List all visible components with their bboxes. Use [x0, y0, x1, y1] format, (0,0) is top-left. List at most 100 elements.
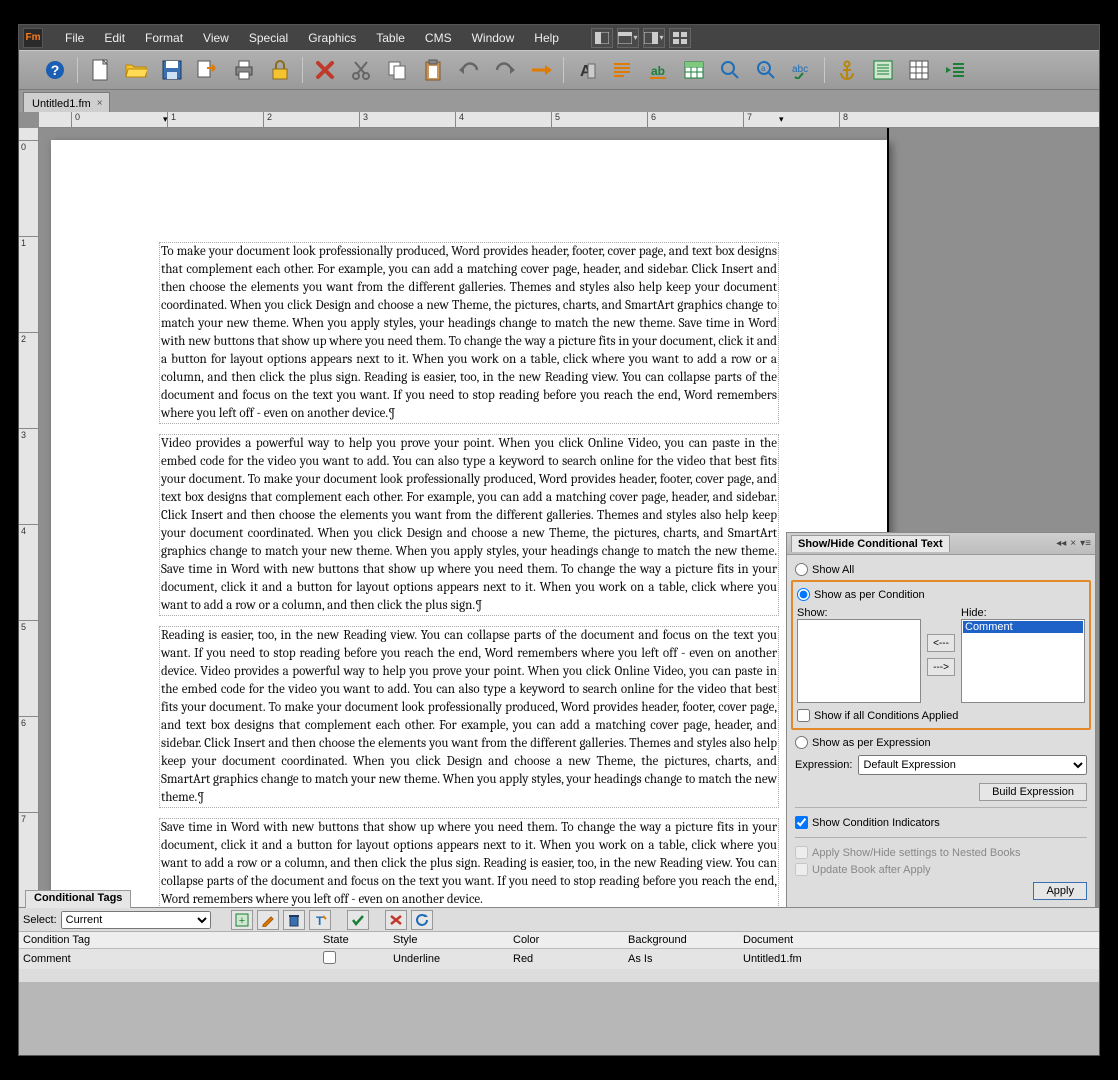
menu-special[interactable]: Special — [239, 28, 298, 48]
find-button[interactable] — [714, 54, 746, 86]
delete-tag-button[interactable] — [283, 910, 305, 930]
refresh-button[interactable] — [411, 910, 433, 930]
text-tool-button[interactable]: T — [309, 910, 331, 930]
redo-button[interactable] — [489, 54, 521, 86]
menu-view[interactable]: View — [193, 28, 239, 48]
delete-button[interactable] — [309, 54, 341, 86]
character-button[interactable]: ab — [642, 54, 674, 86]
indent-button[interactable] — [939, 54, 971, 86]
open-button[interactable] — [120, 54, 152, 86]
workspace-icon-2[interactable]: ▾ — [617, 28, 639, 48]
page-layout-button[interactable] — [867, 54, 899, 86]
close-tab-icon[interactable]: × — [97, 98, 103, 109]
state-checkbox[interactable] — [323, 951, 336, 964]
menu-table[interactable]: Table — [366, 28, 415, 48]
help-button[interactable]: ? — [39, 54, 71, 86]
ruler-tick: 7 — [19, 812, 38, 824]
cell-document: Untitled1.fm — [739, 949, 1099, 970]
edit-tag-button[interactable] — [257, 910, 279, 930]
paragraph[interactable]: Save time in Word with new buttons that … — [159, 818, 779, 910]
col-background[interactable]: Background — [624, 932, 739, 949]
ruler-tick: 1 — [167, 112, 176, 128]
show-list-label: Show: — [797, 607, 828, 619]
export-button[interactable] — [192, 54, 224, 86]
hide-listbox[interactable]: Comment — [961, 619, 1085, 703]
paste-button[interactable] — [417, 54, 449, 86]
show-indicators-checkbox[interactable] — [795, 816, 808, 829]
apply-button[interactable]: Apply — [1033, 882, 1087, 900]
vertical-ruler[interactable]: 0 1 2 3 4 5 6 7 8 — [19, 128, 39, 982]
indent-marker-icon[interactable]: ▾ — [163, 114, 168, 125]
ruler-tick: 0 — [71, 112, 80, 128]
new-doc-button[interactable] — [84, 54, 116, 86]
main-toolbar: ? A ab a abc — [19, 50, 1099, 90]
move-left-button[interactable]: <--- — [927, 634, 955, 652]
svg-text:?: ? — [51, 62, 60, 78]
ruler-tick: 1 — [19, 236, 38, 248]
show-hide-conditional-text-pod: Show/Hide Conditional Text ◂◂ × ▾≡ Show … — [786, 532, 1096, 917]
lock-button[interactable] — [264, 54, 296, 86]
menu-cms[interactable]: CMS — [415, 28, 462, 48]
spell-check-button[interactable]: abc — [786, 54, 818, 86]
workspace-icon-4[interactable] — [669, 28, 691, 48]
text-format-button[interactable]: A — [570, 54, 602, 86]
undo-button[interactable] — [453, 54, 485, 86]
document-tab[interactable]: Untitled1.fm × — [23, 92, 110, 112]
anchor-button[interactable] — [831, 54, 863, 86]
col-state[interactable]: State — [319, 932, 389, 949]
copy-button[interactable] — [381, 54, 413, 86]
show-condition-radio[interactable] — [797, 588, 810, 601]
menu-format[interactable]: Format — [135, 28, 193, 48]
hide-list-item[interactable]: Comment — [963, 621, 1083, 633]
menu-help[interactable]: Help — [524, 28, 569, 48]
ruler-tick: 6 — [647, 112, 656, 128]
close-icon[interactable]: × — [1070, 538, 1076, 549]
workspace-icon-1[interactable] — [591, 28, 613, 48]
pod-header[interactable]: Show/Hide Conditional Text ◂◂ × ▾≡ — [787, 533, 1095, 555]
conditional-tags-tab[interactable]: Conditional Tags — [25, 890, 131, 908]
show-expression-radio[interactable] — [795, 736, 808, 749]
show-if-all-checkbox[interactable] — [797, 709, 810, 722]
workspace-icon-3[interactable]: ▾ — [643, 28, 665, 48]
grid-button[interactable] — [903, 54, 935, 86]
print-button[interactable] — [228, 54, 260, 86]
col-condition-tag[interactable]: Condition Tag — [19, 932, 319, 949]
collapse-icon[interactable]: ◂◂ — [1056, 538, 1066, 549]
build-expression-button[interactable]: Build Expression — [979, 783, 1087, 801]
show-all-radio[interactable] — [795, 563, 808, 576]
forward-arrow-button[interactable] — [525, 54, 557, 86]
table-button[interactable] — [678, 54, 710, 86]
select-scope-dropdown[interactable]: Current — [61, 911, 211, 929]
apply-tag-button[interactable] — [347, 910, 369, 930]
find-replace-button[interactable]: a — [750, 54, 782, 86]
expression-select[interactable]: Default Expression — [858, 755, 1087, 775]
col-document[interactable]: Document — [739, 932, 1099, 949]
document-tabbar: Untitled1.fm × — [19, 90, 1099, 112]
remove-tag-button[interactable] — [385, 910, 407, 930]
col-color[interactable]: Color — [509, 932, 624, 949]
move-right-button[interactable]: ---> — [927, 658, 955, 676]
menu-window[interactable]: Window — [462, 28, 525, 48]
menu-graphics[interactable]: Graphics — [298, 28, 366, 48]
menu-file[interactable]: File — [55, 28, 94, 48]
horizontal-ruler[interactable]: 0 1 2 3 4 5 6 7 8 ▾ ▾ — [39, 112, 1099, 128]
cell-state[interactable] — [319, 949, 389, 970]
ruler-tick: 5 — [551, 112, 560, 128]
paragraph-button[interactable] — [606, 54, 638, 86]
pod-menu-icon[interactable]: ▾≡ — [1080, 538, 1091, 549]
menu-edit[interactable]: Edit — [94, 28, 135, 48]
cut-button[interactable] — [345, 54, 377, 86]
paragraph[interactable]: Video provides a powerful way to help yo… — [159, 434, 779, 616]
col-style[interactable]: Style — [389, 932, 509, 949]
table-row[interactable]: Comment Underline Red As Is Untitled1.fm — [19, 949, 1099, 970]
svg-text:abc: abc — [792, 64, 808, 75]
indent-marker-icon[interactable]: ▾ — [779, 114, 784, 125]
cell-background: As Is — [624, 949, 739, 970]
paragraph[interactable]: To make your document look professionall… — [159, 242, 779, 424]
show-listbox[interactable] — [797, 619, 921, 703]
highlighted-section: Show as per Condition Show: <--- ---> Hi… — [791, 580, 1091, 730]
paragraph[interactable]: Reading is easier, too, in the new Readi… — [159, 626, 779, 808]
body-text-frame[interactable]: To make your document look professionall… — [159, 242, 779, 920]
save-button[interactable] — [156, 54, 188, 86]
add-tag-button[interactable]: + — [231, 910, 253, 930]
